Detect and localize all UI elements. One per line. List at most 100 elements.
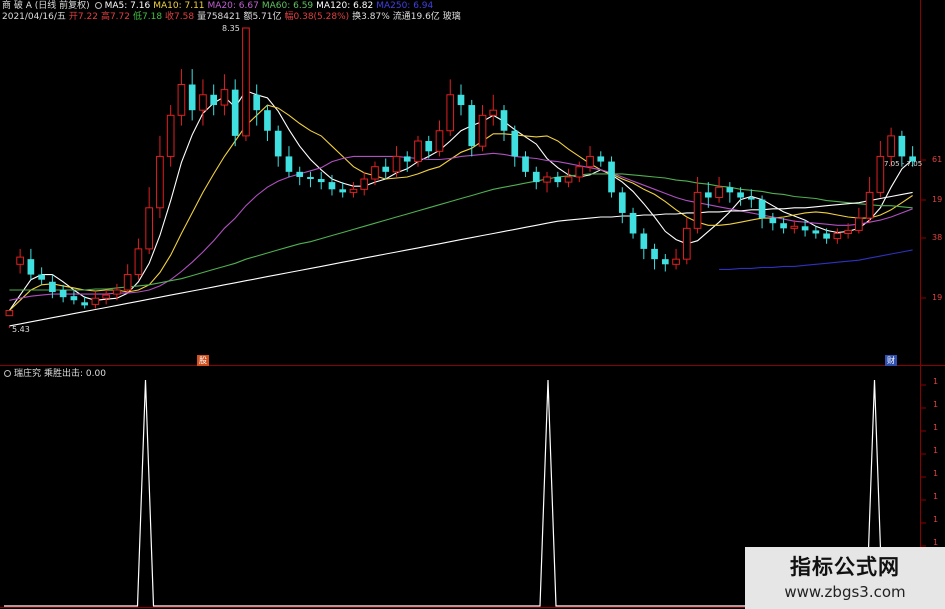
candle-body-up	[715, 186, 723, 199]
candle-body-down	[425, 141, 433, 152]
candle-body-up	[242, 27, 250, 137]
indicator-settings-icon[interactable]	[4, 369, 11, 377]
indicator-axis-label: 1	[933, 446, 939, 455]
ma_extra-line	[719, 249, 913, 270]
cursor-price-a: 7.05	[884, 160, 900, 168]
candle-body-up	[392, 155, 401, 173]
candle-body-up	[16, 256, 24, 265]
candles	[5, 27, 916, 328]
candle-body-down	[317, 179, 325, 183]
candle-body-down	[49, 281, 56, 293]
candle-body-up	[156, 155, 164, 209]
quote-low: 低7.18	[133, 12, 163, 22]
candlestick-chart[interactable]	[0, 0, 945, 609]
candle-body-down	[801, 226, 809, 231]
candle-body-down	[253, 94, 261, 111]
candle-body-up	[220, 89, 229, 106]
candle-body-up	[865, 191, 874, 219]
quote-close: 收7.58	[165, 12, 195, 22]
ma60-line	[9, 173, 913, 291]
candle-body-down	[500, 110, 508, 131]
candle-body-down	[597, 156, 605, 162]
price-axis-label: 61	[932, 155, 943, 164]
quote-volume: 量758421	[197, 12, 241, 22]
candle-body-down	[468, 105, 476, 147]
candle-body-up	[855, 217, 863, 231]
candle-body-down	[457, 94, 465, 106]
candle-body-down	[726, 187, 734, 193]
candle-body-down	[307, 176, 314, 180]
candle-body-down	[70, 296, 78, 301]
quote-info-bar: 2021/04/16/五 开7.22 高7.72 低7.18 收7.58 量758421 额…	[2, 12, 464, 23]
candle-body-up	[145, 207, 153, 250]
candle-body-up	[446, 94, 455, 132]
candle-body-down	[274, 130, 282, 157]
candle-body-down	[231, 89, 239, 136]
candle-body-up	[177, 84, 186, 116]
candle-body-up	[672, 258, 680, 265]
ma20-label: MA20: 6.67	[207, 1, 259, 11]
cursor-price-sep: -	[901, 160, 905, 168]
candle-body-down	[382, 166, 390, 172]
candle-body-up	[575, 166, 584, 178]
candle-body-down	[780, 223, 787, 229]
candle-body-down	[737, 192, 744, 198]
candle-body-up	[887, 135, 895, 157]
candle-body-up	[564, 176, 573, 183]
cursor-price-b: 7.05	[906, 160, 923, 168]
candle-body-up	[349, 188, 358, 193]
price-axis-label: 19	[932, 195, 943, 204]
ma10-label: MA10: 7.11	[153, 1, 205, 11]
candle-body-up	[102, 294, 110, 299]
candle-body-up	[166, 114, 175, 157]
candle-body-up	[543, 176, 551, 183]
candle-body-down	[661, 259, 669, 265]
indicator-title[interactable]: 瑞庄究	[14, 369, 41, 379]
candle-body-up	[134, 248, 143, 276]
candle-body-up	[91, 297, 100, 305]
candle-body-down	[81, 302, 88, 306]
marker-left[interactable]: 股	[197, 355, 209, 366]
quote-high: 高7.72	[100, 12, 130, 22]
stock-name[interactable]: 商 破 A (日线 前复权)	[2, 1, 90, 11]
candle-body-up	[489, 109, 498, 116]
indicator-axis-label: 1	[933, 377, 939, 386]
candle-body-down	[285, 156, 293, 172]
watermark-logo: 指标公式网 www.zbgs3.com	[745, 547, 945, 609]
candle-body-down	[188, 84, 196, 111]
candle-body-up	[693, 191, 702, 229]
price-axis-label: 19	[932, 293, 943, 302]
indicator-axis-label: 1	[933, 538, 939, 547]
indicator-axis-label: 1	[933, 469, 939, 478]
candle-body-up	[682, 227, 691, 260]
price-axis-label: 38	[932, 233, 943, 242]
candle-body-down	[38, 274, 45, 280]
quote-turnover: 换3.87%	[352, 12, 390, 22]
watermark-url: www.zbgs3.com	[784, 583, 906, 601]
ma120-line	[9, 191, 913, 327]
candle-body-down	[296, 171, 304, 177]
ma60-label: MA60: 6.59	[261, 1, 314, 11]
candle-body-down	[328, 182, 336, 190]
candle-body-down	[704, 192, 712, 198]
ma250-label: MA250: 6.94	[376, 1, 434, 11]
candle-body-down	[532, 171, 540, 183]
indicator-legend: 瑞庄究 乘胜出击: 0.00	[2, 369, 109, 380]
candle-body-down	[511, 130, 519, 157]
moving-average-lines	[8, 90, 913, 327]
candle-body-down	[747, 197, 755, 200]
quote-tag: 玻璃	[442, 12, 461, 22]
candle-body-down	[898, 135, 906, 157]
marker-right[interactable]: 财	[885, 355, 897, 366]
candle-body-up	[478, 114, 487, 147]
ma-legend-bar: 商 破 A (日线 前复权) MA5: 7.16 MA10: 7.11 MA20: 6…	[2, 1, 436, 12]
settings-circle-icon[interactable]	[94, 1, 102, 9]
candle-body-up	[371, 166, 379, 180]
candle-body-up	[199, 94, 207, 111]
price-axis: 61 19 38 19	[925, 0, 945, 365]
candle-body-up	[876, 155, 885, 193]
candle-body-down	[629, 212, 637, 234]
quote-amount: 额5.71亿	[243, 12, 282, 22]
candle-body-up	[360, 178, 369, 190]
stock-chart-screen: 商 破 A (日线 前复权) MA5: 7.16 MA10: 7.11 MA20: 6…	[0, 0, 945, 609]
